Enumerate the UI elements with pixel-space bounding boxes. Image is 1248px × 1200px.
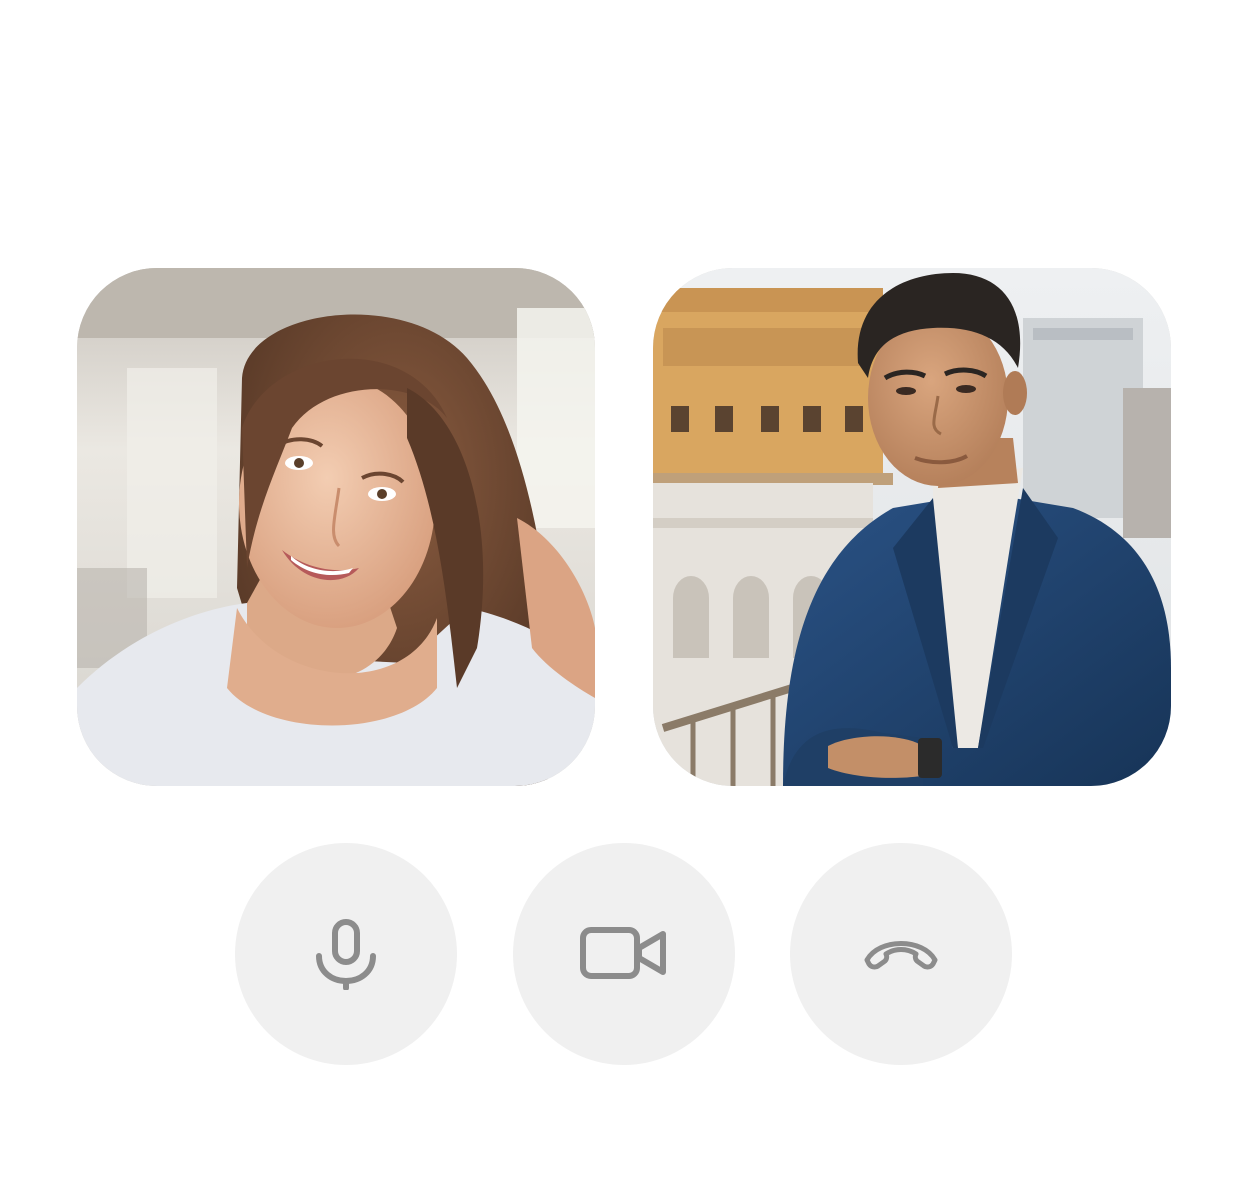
- participant-video-tile-2[interactable]: [653, 268, 1171, 786]
- phone-hangup-icon: [864, 941, 938, 970]
- hang-up-button[interactable]: [790, 843, 1012, 1065]
- video-call-screen: [0, 0, 1248, 1200]
- video-camera-icon: [580, 927, 666, 979]
- microphone-icon: [316, 919, 376, 990]
- participant-video-tile-1[interactable]: [77, 268, 595, 786]
- mute-button[interactable]: [235, 843, 457, 1065]
- participant-1-video-feed: [77, 268, 595, 786]
- participant-2-video-feed: [653, 268, 1171, 786]
- camera-button[interactable]: [513, 843, 735, 1065]
